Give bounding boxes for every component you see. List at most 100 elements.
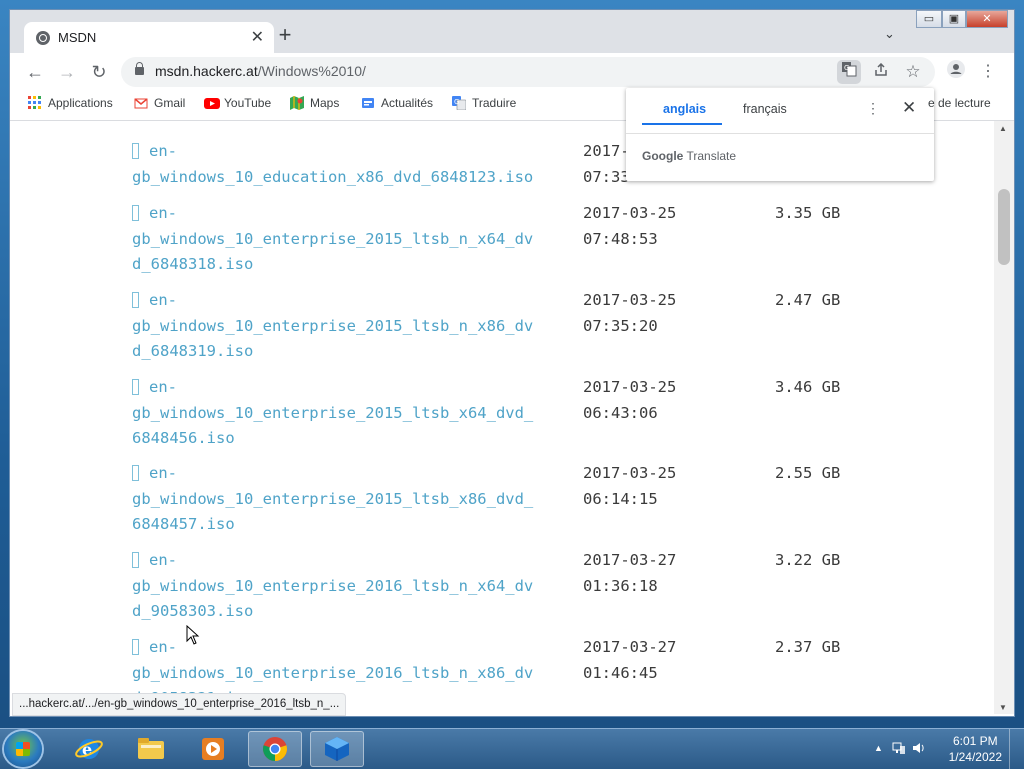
- bookmark-applications[interactable]: Applications: [28, 96, 113, 110]
- status-bar-url: ...hackerc.at/.../en-gb_windows_10_enter…: [12, 693, 347, 716]
- translate-options-icon[interactable]: ⋮: [866, 100, 880, 117]
- google-translate-brand: Google Translate: [642, 149, 737, 163]
- maximize-button[interactable]: ▣: [942, 10, 966, 28]
- maps-icon: [290, 96, 304, 110]
- clock-time: 6:01 PM: [952, 734, 998, 748]
- svg-text:G: G: [844, 64, 849, 72]
- lock-icon[interactable]: [135, 62, 144, 75]
- tab-search-icon[interactable]: ⌄: [884, 26, 895, 42]
- translate-icon: G: [452, 96, 467, 111]
- youtube-icon: [204, 96, 220, 110]
- file-date: 2017-03-25 06:43:06: [583, 378, 677, 422]
- file-date: 2017-03-27 01:36:18: [583, 551, 677, 595]
- taskbar-virtualbox[interactable]: [310, 731, 364, 767]
- translate-tab-english[interactable]: anglais: [663, 102, 706, 116]
- file-link[interactable]: en- gb_windows_10_enterprise_2015_ltsb_x…: [132, 461, 552, 538]
- bookmark-gmail[interactable]: Gmail: [134, 96, 185, 110]
- taskbar-chrome[interactable]: [248, 731, 302, 767]
- profile-avatar-icon[interactable]: [944, 60, 968, 84]
- file-explorer-icon: [138, 738, 164, 759]
- chrome-menu-icon[interactable]: ⋮: [976, 60, 1000, 84]
- taskbar-file-explorer[interactable]: [124, 731, 178, 767]
- scroll-thumb[interactable]: [998, 189, 1010, 265]
- new-tab-button[interactable]: +: [274, 24, 296, 46]
- bookmark-news[interactable]: Actualités: [361, 96, 433, 110]
- tab-title: MSDN: [58, 30, 97, 45]
- volume-icon[interactable]: [912, 741, 926, 758]
- active-tab-indicator: [642, 123, 722, 125]
- bookmark-youtube[interactable]: YouTube: [204, 96, 271, 110]
- file-name: en- gb_windows_10_enterprise_2015_ltsb_n…: [132, 204, 534, 273]
- file-size: 2.37 GB: [775, 638, 841, 656]
- share-icon[interactable]: [869, 60, 893, 84]
- translate-page-icon[interactable]: G: [837, 60, 861, 84]
- url-text[interactable]: msdn.hackerc.at/Windows%2010/: [155, 63, 366, 79]
- virtualbox-icon: [325, 737, 349, 761]
- file-size: 2.55 GB: [775, 464, 841, 482]
- file-size: 3.35 GB: [775, 204, 841, 222]
- browser-window: MSDN ✕ + ⌄ ▭ ▣ ✕ ← → ↻ msdn.hackerc.at/W…: [10, 10, 1014, 716]
- file-date: 2017-03-25 06:14:15: [583, 464, 677, 508]
- file-link[interactable]: en- gb_windows_10_education_x86_dvd_6848…: [132, 139, 552, 190]
- file-link[interactable]: en- gb_windows_10_enterprise_2015_ltsb_x…: [132, 375, 552, 452]
- internet-explorer-icon: e: [75, 739, 103, 759]
- file-icon: [132, 379, 139, 395]
- mouse-cursor-icon: [186, 625, 200, 645]
- tray-expand-icon[interactable]: ▲: [874, 743, 883, 753]
- bookmark-translate[interactable]: G Traduire: [452, 96, 516, 111]
- minimize-button[interactable]: ▭: [916, 10, 942, 28]
- file-date: 2017-03-25 07:48:53: [583, 204, 677, 248]
- file-icon: [132, 292, 139, 308]
- file-icon: [132, 205, 139, 221]
- file-date: 2017-03-25 07:35:20: [583, 291, 677, 335]
- file-icon: [132, 552, 139, 568]
- close-window-button[interactable]: ✕: [966, 10, 1008, 28]
- scroll-down-arrow-icon[interactable]: ▼: [999, 703, 1007, 712]
- system-tray: ▲ 6:01 PM 1/24/2022: [864, 729, 1024, 769]
- taskbar: e ▲ 6:01 PM 1/24/2022: [0, 728, 1024, 769]
- file-link[interactable]: en- gb_windows_10_enterprise_2016_ltsb_n…: [132, 548, 552, 625]
- tab-msdn[interactable]: MSDN ✕: [24, 22, 274, 54]
- file-name: en- gb_windows_10_education_x86_dvd_6848…: [132, 142, 534, 186]
- taskbar-internet-explorer[interactable]: e: [62, 731, 116, 767]
- back-button[interactable]: ←: [22, 59, 48, 85]
- globe-icon: [36, 31, 50, 45]
- scroll-up-arrow-icon[interactable]: ▲: [999, 124, 1007, 133]
- translate-popup: anglais français ⋮ ✕ Google Translate: [626, 88, 934, 181]
- file-size: 2.47 GB: [775, 291, 841, 309]
- network-icon[interactable]: [892, 741, 906, 758]
- translate-close-icon[interactable]: ✕: [902, 98, 916, 118]
- file-icon: [132, 639, 139, 655]
- media-player-icon: [202, 738, 224, 760]
- translate-tab-french[interactable]: français: [743, 102, 787, 116]
- forward-button[interactable]: →: [54, 59, 80, 85]
- address-bar[interactable]: msdn.hackerc.at/Windows%2010/ G ☆: [121, 57, 935, 87]
- reading-list-button[interactable]: e de lecture: [928, 96, 991, 110]
- file-size: 3.46 GB: [775, 378, 841, 396]
- tab-strip: MSDN ✕ + ⌄ ▭ ▣ ✕: [10, 10, 1014, 54]
- reload-button[interactable]: ↻: [86, 59, 112, 85]
- bookmark-maps[interactable]: Maps: [290, 96, 339, 110]
- bookmark-star-icon[interactable]: ☆: [901, 60, 925, 84]
- file-link[interactable]: en- gb_windows_10_enterprise_2015_ltsb_n…: [132, 201, 552, 278]
- divider: [626, 133, 934, 134]
- start-button[interactable]: [4, 731, 42, 767]
- file-link[interactable]: en- gb_windows_10_enterprise_2015_ltsb_n…: [132, 288, 552, 365]
- show-desktop-button[interactable]: [1009, 729, 1024, 769]
- vertical-scrollbar[interactable]: ▲ ▼: [994, 121, 1014, 714]
- clock[interactable]: 6:01 PM 1/24/2022: [949, 733, 1002, 765]
- taskbar-media-player[interactable]: [186, 731, 240, 767]
- gmail-icon: [134, 96, 148, 110]
- file-date: 2017-03-27 01:46:45: [583, 638, 677, 682]
- file-name: en- gb_windows_10_enterprise_2015_ltsb_x…: [132, 464, 534, 533]
- apps-grid-icon: [28, 96, 42, 110]
- file-name: en- gb_windows_10_enterprise_2015_ltsb_x…: [132, 378, 534, 447]
- file-icon: [132, 143, 139, 159]
- file-icon: [132, 465, 139, 481]
- chrome-icon: [263, 737, 287, 761]
- file-name: en- gb_windows_10_enterprise_2015_ltsb_n…: [132, 291, 534, 360]
- directory-listing: en- gb_windows_10_education_x86_dvd_6848…: [10, 121, 994, 714]
- tab-close-icon[interactable]: ✕: [251, 27, 264, 47]
- file-size: 3.22 GB: [775, 551, 841, 569]
- news-icon: [361, 96, 375, 110]
